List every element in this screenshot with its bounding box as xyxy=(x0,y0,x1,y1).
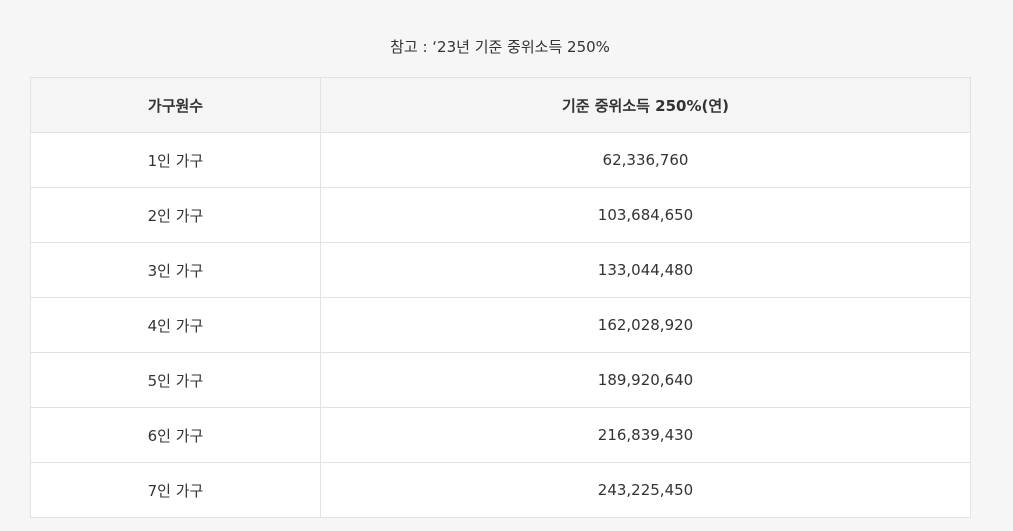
table-row: 2인 가구 103,684,650 xyxy=(30,187,971,243)
table-header-row: 가구원수 기준 중위소득 250%(연) xyxy=(30,77,971,133)
income-amount-cell: 162,028,920 xyxy=(320,297,971,353)
table-caption: 참고 : ‘23년 기준 중위소득 250% xyxy=(390,38,610,56)
median-income-table: 가구원수 기준 중위소득 250%(연) 1인 가구 62,336,760 2인… xyxy=(30,77,971,518)
household-size-cell: 3인 가구 xyxy=(30,242,321,298)
household-size-cell: 2인 가구 xyxy=(30,187,321,243)
header-household-size: 가구원수 xyxy=(30,77,321,133)
table-row: 7인 가구 243,225,450 xyxy=(30,462,971,518)
household-size-cell: 1인 가구 xyxy=(30,132,321,188)
income-amount-cell: 103,684,650 xyxy=(320,187,971,243)
table-row: 1인 가구 62,336,760 xyxy=(30,132,971,188)
household-size-cell: 6인 가구 xyxy=(30,407,321,463)
table-row: 3인 가구 133,044,480 xyxy=(30,242,971,298)
income-amount-cell: 216,839,430 xyxy=(320,407,971,463)
household-size-cell: 7인 가구 xyxy=(30,462,321,518)
income-amount-cell: 133,044,480 xyxy=(320,242,971,298)
table-row: 5인 가구 189,920,640 xyxy=(30,352,971,408)
income-amount-cell: 243,225,450 xyxy=(320,462,971,518)
household-size-cell: 4인 가구 xyxy=(30,297,321,353)
table-row: 4인 가구 162,028,920 xyxy=(30,297,971,353)
income-amount-cell: 189,920,640 xyxy=(320,352,971,408)
income-amount-cell: 62,336,760 xyxy=(320,132,971,188)
header-median-income-250: 기준 중위소득 250%(연) xyxy=(320,77,971,133)
household-size-cell: 5인 가구 xyxy=(30,352,321,408)
table-row: 6인 가구 216,839,430 xyxy=(30,407,971,463)
